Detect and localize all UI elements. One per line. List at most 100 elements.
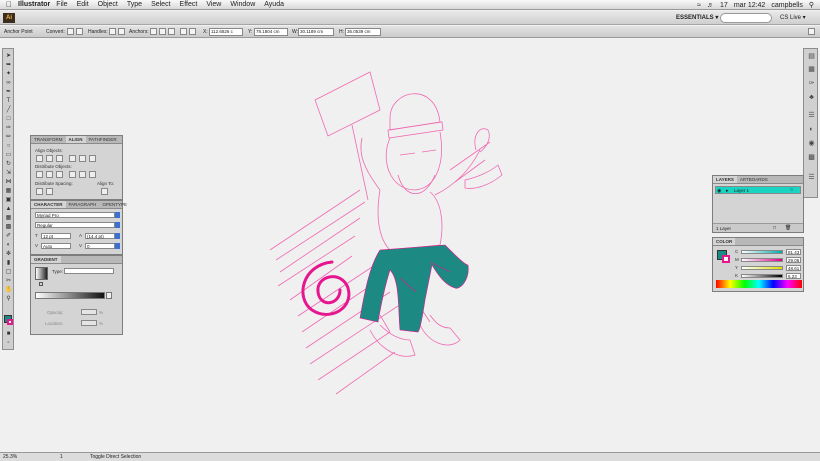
distribute-bottom-button[interactable] [56, 171, 63, 178]
battery-level[interactable]: 17 [720, 2, 728, 9]
screen-mode-icon[interactable]: ▫ [5, 340, 12, 347]
align-hcenter-button[interactable] [46, 155, 53, 162]
transparency-icon[interactable]: ◐ [807, 125, 816, 134]
layer-name[interactable]: Layer 1 [734, 188, 749, 193]
new-layer-icon[interactable]: □ [773, 225, 776, 231]
distribute-left-button[interactable] [69, 171, 76, 178]
tab-layers[interactable]: LAYERS [713, 176, 737, 183]
channel-slider[interactable] [741, 250, 783, 254]
font-family-field[interactable]: Myriad Pro [35, 212, 115, 218]
free-transform-tool-icon[interactable]: ▦ [5, 188, 12, 195]
clock[interactable]: mar 12:42 [734, 2, 766, 9]
tracking-dropdown[interactable] [115, 243, 120, 249]
align-top-button[interactable] [69, 155, 76, 162]
convert-smooth-button[interactable] [76, 28, 83, 35]
color-spectrum[interactable] [716, 280, 802, 288]
channel-value-field[interactable]: 6.23 [786, 273, 801, 279]
tab-artboards[interactable]: ARTBOARDS [737, 176, 771, 183]
layers-dock-icon[interactable]: ☰ [807, 173, 816, 182]
visibility-eye-icon[interactable]: ◉ [717, 188, 721, 194]
expand-layer-icon[interactable]: ▸ [726, 188, 729, 194]
menu-view[interactable]: View [206, 1, 221, 8]
blob-brush-tool-icon[interactable]: ○ [5, 143, 12, 150]
symbols-icon[interactable]: ♣ [807, 93, 816, 102]
zoom-level[interactable]: 25.3% [3, 454, 17, 460]
lasso-tool-icon[interactable]: ∞ [5, 80, 12, 87]
artboard-tool-icon[interactable]: ▢ [5, 269, 12, 276]
delete-layer-icon[interactable]: 🗑 [785, 225, 791, 231]
line-tool-icon[interactable]: ╱ [5, 107, 12, 114]
width-tool-icon[interactable]: ⋈ [5, 179, 12, 186]
isolate-button[interactable] [180, 28, 187, 35]
eyedropper-tool-icon[interactable]: ✐ [5, 233, 12, 240]
opacity-field[interactable] [81, 309, 97, 315]
tab-color[interactable]: COLOR [713, 238, 736, 245]
distribute-hcenter-button[interactable] [79, 171, 86, 178]
rectangle-tool-icon[interactable]: □ [5, 116, 12, 123]
workspace-switcher[interactable]: ESSENTIALS ▾ [676, 14, 718, 21]
selection-tool-icon[interactable]: ➤ [5, 53, 12, 60]
leading-dropdown[interactable] [115, 233, 120, 239]
gradient-slider[interactable] [35, 292, 105, 299]
align-to-menu[interactable] [101, 188, 108, 195]
cut-path-button[interactable] [159, 28, 166, 35]
y-field[interactable]: 78.1804 cm [254, 28, 288, 36]
distribute-hspace-button[interactable] [46, 188, 53, 195]
symbol-sprayer-tool-icon[interactable]: ✻ [5, 251, 12, 258]
font-size-field[interactable]: 12 pt [41, 233, 71, 239]
leading-field[interactable]: (14.4 pt) [85, 233, 115, 239]
shape-builder-tool-icon[interactable]: ▣ [5, 197, 12, 204]
remove-anchor-button[interactable] [150, 28, 157, 35]
spotlight-icon[interactable]: ⚲ [809, 1, 814, 9]
type-tool-icon[interactable]: T [5, 98, 12, 105]
drawing-modes-icon[interactable]: ■ [5, 331, 12, 338]
show-handles-button[interactable] [109, 28, 116, 35]
reverse-gradient-icon[interactable] [39, 282, 43, 286]
kerning-field[interactable]: Auto [41, 243, 71, 249]
font-style-field[interactable]: Regular [35, 222, 115, 228]
scale-tool-icon[interactable]: ⇲ [5, 170, 12, 177]
hand-tool-icon[interactable]: ✋ [5, 287, 12, 294]
graph-tool-icon[interactable]: ▮ [5, 260, 12, 267]
font-style-dropdown[interactable] [115, 222, 120, 228]
tab-transform[interactable]: TRANSFORM [31, 136, 66, 143]
help-search-input[interactable] [720, 13, 772, 23]
location-field[interactable] [81, 320, 97, 326]
delete-stop-icon[interactable] [106, 292, 112, 299]
slice-tool-icon[interactable]: ✂ [5, 278, 12, 285]
tab-opentype[interactable]: OPENTYPE [99, 201, 130, 208]
connect-anchors-button[interactable] [168, 28, 175, 35]
align-button[interactable] [189, 28, 196, 35]
align-left-button[interactable] [36, 155, 43, 162]
menu-object[interactable]: Object [98, 1, 118, 8]
tab-character[interactable]: CHARACTER [31, 201, 66, 208]
align-right-button[interactable] [56, 155, 63, 162]
artwork-canvas[interactable] [240, 60, 540, 410]
eraser-tool-icon[interactable]: ▭ [5, 152, 12, 159]
channel-slider[interactable] [741, 258, 783, 262]
channel-slider[interactable] [741, 266, 783, 270]
color-guide-icon[interactable]: ▤ [807, 52, 816, 61]
menu-ayuda[interactable]: Ayuda [264, 1, 284, 8]
align-bottom-button[interactable] [89, 155, 96, 162]
distribute-right-button[interactable] [89, 171, 96, 178]
stroke-swatch[interactable] [7, 319, 13, 325]
color-stroke-swatch[interactable] [722, 255, 730, 263]
user-name[interactable]: campbells [771, 2, 803, 9]
x-field[interactable]: 112.6826 c [209, 28, 243, 36]
distribute-vspace-button[interactable] [36, 188, 43, 195]
appearance-icon[interactable]: ◉ [807, 139, 816, 148]
pen-tool-icon[interactable]: ✒ [5, 89, 12, 96]
gradient-tool-icon[interactable]: ▩ [5, 224, 12, 231]
w-field[interactable]: 30.1189 cm [298, 28, 334, 36]
blend-tool-icon[interactable]: ◐ [5, 242, 12, 249]
channel-value-field[interactable]: 29.06 [786, 257, 801, 263]
target-icon[interactable]: ○ [790, 187, 793, 193]
tracking-field[interactable]: 0 [85, 243, 115, 249]
mesh-tool-icon[interactable]: ▦ [5, 215, 12, 222]
menu-select[interactable]: Select [151, 1, 170, 8]
swatches-icon[interactable]: ▦ [807, 65, 816, 74]
zoom-tool-icon[interactable]: ⚲ [5, 296, 12, 303]
stroke-icon[interactable]: ☰ [807, 111, 816, 120]
gradient-preview-swatch[interactable] [35, 267, 48, 280]
